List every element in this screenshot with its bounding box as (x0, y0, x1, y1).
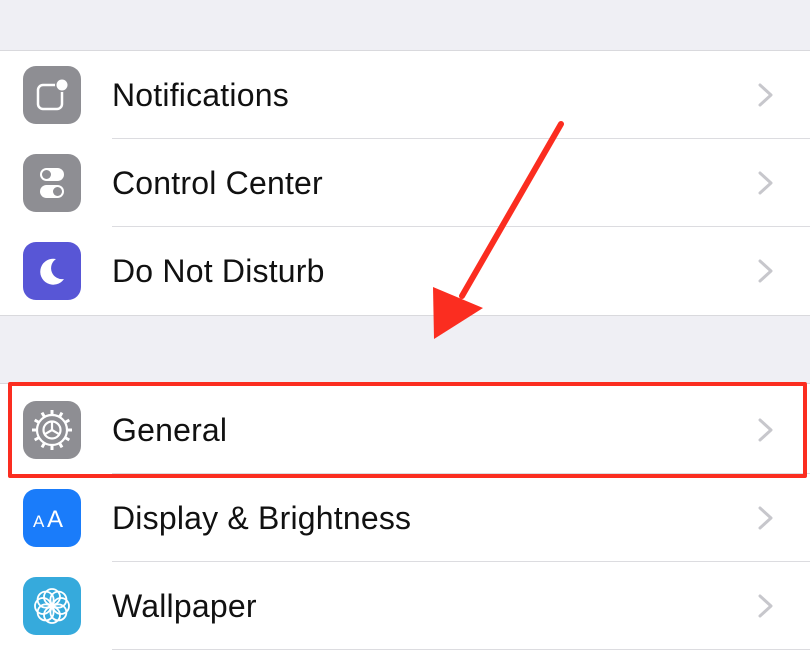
settings-row-label: Wallpaper (112, 588, 257, 624)
chevron-right-icon (758, 418, 773, 442)
settings-row-do-not-disturb[interactable]: Do Not Disturb (0, 227, 810, 315)
chevron-right-icon (758, 259, 773, 283)
settings-row-notifications[interactable]: Notifications (0, 51, 810, 139)
settings-row-display-brightness[interactable]: A A Display & Brightness (0, 474, 810, 562)
chevron-right-icon (758, 594, 773, 618)
settings-row-general[interactable]: General (0, 386, 810, 474)
settings-row-label: Notifications (112, 77, 289, 113)
settings-row-control-center[interactable]: Control Center (0, 139, 810, 227)
settings-row-label: General (112, 412, 228, 448)
settings-row-label: Do Not Disturb (112, 253, 325, 289)
notifications-icon (23, 66, 81, 124)
chevron-right-icon (758, 506, 773, 530)
svg-text:A: A (33, 512, 45, 531)
flower-icon (23, 577, 81, 635)
settings-row-label: Control Center (112, 165, 323, 201)
gear-icon (23, 401, 81, 459)
settings-group-1: Notifications Control Center Do Not Dist… (0, 50, 810, 316)
moon-icon (23, 242, 81, 300)
settings-group-2: General A A Display & Brightness Wallpap… (0, 383, 810, 650)
control-center-icon (23, 154, 81, 212)
text-size-icon: A A (23, 489, 81, 547)
settings-row-wallpaper[interactable]: Wallpaper (0, 562, 810, 650)
chevron-right-icon (758, 83, 773, 107)
chevron-right-icon (758, 171, 773, 195)
settings-row-label: Display & Brightness (112, 500, 412, 536)
svg-text:A: A (47, 506, 63, 533)
